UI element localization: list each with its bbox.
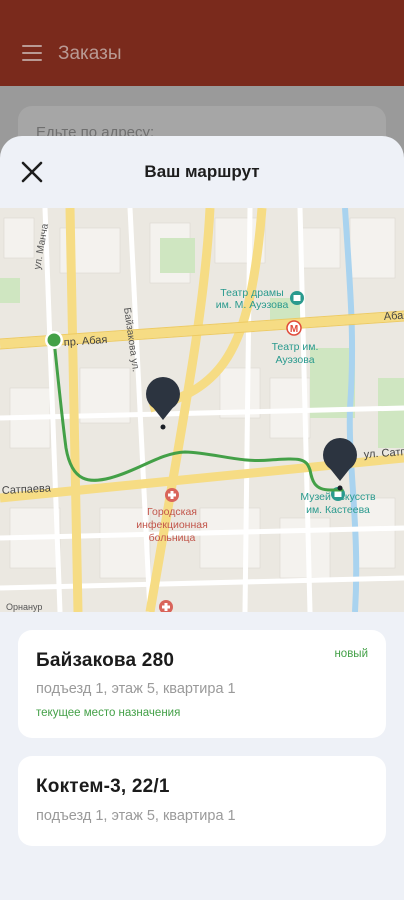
destination-card-current[interactable]: Байзакова 280 новый подъезд 1, этаж 5, к… (18, 630, 386, 738)
route-map[interactable]: ул. Манча Байзакова ул. пр. Абая Абая Са… (0, 208, 404, 612)
hospital-icon (165, 488, 179, 502)
app-bar-title: Заказы (58, 43, 122, 64)
map-poi-label: Городская (147, 506, 197, 518)
map-poi-label: Театр им. (272, 341, 319, 353)
app-bar: Заказы (0, 0, 404, 86)
map-poi-label: им. М. Ауэзова (216, 299, 289, 311)
map-poi-label: Театр драмы (220, 287, 283, 299)
map-poi-label: им. Кастеева (306, 504, 370, 516)
route-start-marker (45, 331, 63, 349)
sheet-header: Ваш маршрут (0, 136, 404, 208)
destination-address: Коктем-3, 22/1 (36, 776, 170, 797)
destination-details: подъезд 1, этаж 5, квартира 1 (36, 681, 236, 697)
map-poi-label: Ауэзова (275, 354, 314, 366)
destination-card-next[interactable]: Коктем-3, 22/1 подъезд 1, этаж 5, кварти… (18, 756, 386, 846)
route-sheet: Ваш маршрут ул. Манча Байзакова ул. пр. … (0, 136, 404, 900)
theatre-icon (290, 291, 304, 305)
map-poi-label: больница (149, 532, 196, 544)
current-destination-label: текущее место назначения (36, 707, 181, 719)
sheet-title: Ваш маршрут (144, 162, 260, 181)
svg-text:M: M (290, 324, 298, 335)
map-canvas: ул. Манча Байзакова ул. пр. Абая Абая Са… (0, 208, 404, 612)
map-poi-label: инфекционная (136, 519, 208, 531)
map-label-street: Орнанур (6, 602, 42, 612)
map-label-street: Абая (383, 309, 404, 323)
metro-icon: M (286, 320, 302, 336)
destination-details: подъезд 1, этаж 5, квартира 1 (36, 808, 236, 824)
status-badge: новый (334, 648, 368, 660)
destination-address: Байзакова 280 (36, 650, 175, 671)
menu-icon[interactable] (22, 45, 42, 61)
